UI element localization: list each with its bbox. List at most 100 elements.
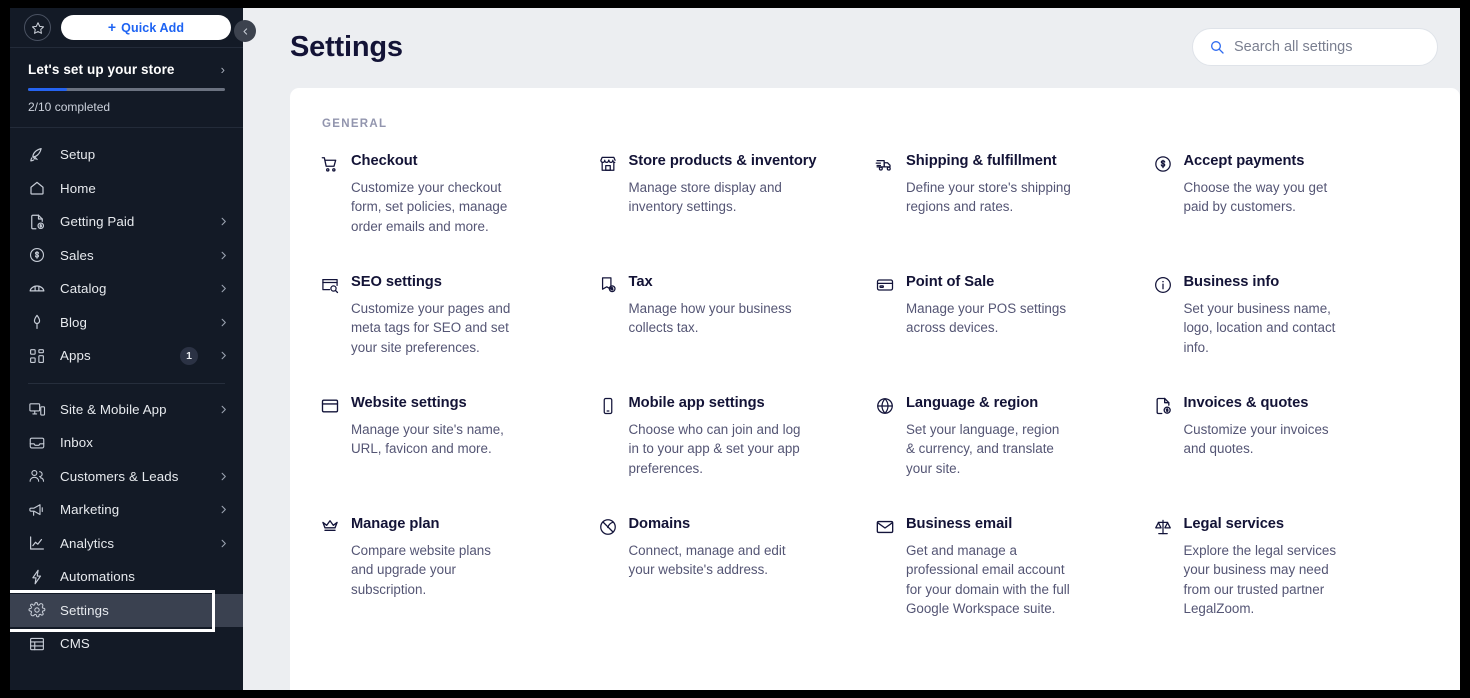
settings-card-description: Connect, manage and edit your website's … bbox=[628, 542, 786, 578]
sidebar-item-catalog[interactable]: Catalog bbox=[10, 272, 243, 306]
sidebar-item-label: Getting Paid bbox=[60, 214, 135, 230]
settings-card-title: Business info bbox=[1183, 274, 1280, 290]
setup-header-row[interactable]: Let's set up your store › bbox=[28, 62, 225, 77]
settings-card-mobile-app-settings[interactable]: Mobile app settings Choose who can join a… bbox=[598, 394, 876, 515]
settings-card-body: Mobile app settings Choose who can join a… bbox=[629, 394, 854, 515]
settings-card-description: Set your business name, logo, location a… bbox=[1183, 300, 1336, 355]
star-icon[interactable] bbox=[24, 14, 51, 41]
settings-card-body: Business email Get and manage a professio… bbox=[906, 515, 1131, 636]
chevron-right-icon bbox=[218, 471, 229, 482]
card-terminal-icon bbox=[875, 275, 895, 295]
chevron-right-icon bbox=[218, 216, 229, 227]
sidebar-nav: Setup Home Getting Paid Sales Catalog Blog App… bbox=[10, 128, 243, 661]
screenshot-frame: + Quick Add Let's set up your store › 2/… bbox=[0, 0, 1470, 698]
info-circle-icon bbox=[1153, 275, 1173, 295]
sidebar-item-settings[interactable]: Settings bbox=[10, 589, 243, 632]
sidebar-item-apps[interactable]: Apps 1 bbox=[10, 339, 243, 373]
browser-window-icon bbox=[320, 396, 340, 416]
sidebar-item-label: Blog bbox=[60, 314, 88, 330]
settings-card-domains[interactable]: Domains Connect, manage and edit your web… bbox=[598, 515, 876, 636]
settings-card-title: Legal services bbox=[1183, 516, 1285, 532]
search-settings-box[interactable] bbox=[1192, 28, 1438, 66]
sidebar-item-label: Catalog bbox=[60, 281, 107, 297]
settings-card-description: Manage your site's name, URL, favicon an… bbox=[351, 421, 504, 457]
sidebar-item-cms[interactable]: CMS bbox=[10, 627, 243, 661]
dollar-circle-icon bbox=[28, 246, 46, 264]
settings-card-body: Shipping & fulfillment Define your store'… bbox=[906, 152, 1131, 273]
sidebar-item-marketing[interactable]: Marketing bbox=[10, 493, 243, 527]
sidebar-item-label: Site & Mobile App bbox=[60, 401, 167, 417]
chevron-right-icon bbox=[218, 317, 229, 328]
envelope-icon bbox=[875, 517, 895, 537]
setup-title: Let's set up your store bbox=[28, 62, 175, 77]
settings-card-business-email[interactable]: Business email Get and manage a professio… bbox=[875, 515, 1153, 636]
setup-progress-fill bbox=[28, 88, 68, 91]
sidebar-item-home[interactable]: Home bbox=[10, 172, 243, 206]
settings-card: GENERAL Checkout Customize your checkout … bbox=[290, 88, 1460, 690]
tax-dollar-icon bbox=[598, 275, 618, 295]
settings-card-description: Get and manage a professional email acco… bbox=[906, 542, 1070, 617]
settings-card-body: Business info Set your business name, log… bbox=[1184, 273, 1409, 394]
settings-card-legal-services[interactable]: Legal services Explore the legal services… bbox=[1153, 515, 1431, 636]
sidebar-item-blog[interactable]: Blog bbox=[10, 306, 243, 340]
settings-card-body: Domains Connect, manage and edit your web… bbox=[629, 515, 854, 636]
setup-progress-bar bbox=[28, 88, 225, 91]
settings-card-business-info[interactable]: Business info Set your business name, log… bbox=[1153, 273, 1431, 394]
delivery-truck-icon bbox=[875, 154, 895, 174]
gear-icon bbox=[28, 601, 46, 619]
settings-card-body: SEO settings Customize your pages and met… bbox=[351, 273, 576, 394]
sidebar-divider bbox=[28, 382, 225, 384]
setup-progress-block[interactable]: Let's set up your store › 2/10 completed bbox=[10, 48, 243, 128]
settings-card-title: Shipping & fulfillment bbox=[906, 153, 1057, 169]
settings-card-description: Define your store's shipping regions and… bbox=[906, 179, 1071, 215]
sidebar-item-sales[interactable]: Sales bbox=[10, 239, 243, 273]
settings-card-title: SEO settings bbox=[351, 274, 442, 290]
sidebar-item-badge: 1 bbox=[180, 346, 198, 365]
sidebar-item-label: Inbox bbox=[60, 435, 94, 451]
megaphone-icon bbox=[28, 501, 46, 519]
settings-card-website-settings[interactable]: Website settings Manage your site's name,… bbox=[320, 394, 598, 515]
settings-card-language-region[interactable]: Language & region Set your language, regi… bbox=[875, 394, 1153, 515]
settings-card-description: Customize your invoices and quotes. bbox=[1183, 421, 1329, 457]
sidebar-item-customers-leads[interactable]: Customers & Leads bbox=[10, 460, 243, 494]
settings-card-seo-settings[interactable]: SEO settings Customize your pages and met… bbox=[320, 273, 598, 394]
main-content: Settings GENERAL Checkout Customize your … bbox=[243, 8, 1460, 690]
settings-card-body: Point of Sale Manage your POS settings ac… bbox=[906, 273, 1131, 394]
people-icon bbox=[28, 467, 46, 485]
sidebar-item-automations[interactable]: Automations bbox=[10, 560, 243, 594]
sidebar-item-analytics[interactable]: Analytics bbox=[10, 527, 243, 561]
settings-card-body: Checkout Customize your checkout form, se… bbox=[351, 152, 576, 273]
sidebar-collapse-button[interactable] bbox=[234, 20, 256, 42]
settings-card-title: Website settings bbox=[351, 395, 467, 411]
settings-card-point-of-sale[interactable]: Point of Sale Manage your POS settings ac… bbox=[875, 273, 1153, 394]
settings-card-shipping-fulfillment[interactable]: Shipping & fulfillment Define your store'… bbox=[875, 152, 1153, 273]
sidebar-item-label: Home bbox=[60, 180, 96, 196]
chart-line-icon bbox=[28, 534, 46, 552]
settings-card-title: Point of Sale bbox=[906, 274, 995, 290]
invoice-dollar-icon bbox=[28, 213, 46, 231]
settings-card-description: Customize your pages and meta tags for S… bbox=[351, 300, 511, 355]
settings-card-body: Website settings Manage your site's name,… bbox=[351, 394, 576, 515]
domain-globe-icon bbox=[598, 517, 618, 537]
settings-card-store-products-inventory[interactable]: Store products & inventory Manage store d… bbox=[598, 152, 876, 273]
monitor-mobile-icon bbox=[28, 400, 46, 418]
settings-card-manage-plan[interactable]: Manage plan Compare website plans and upg… bbox=[320, 515, 598, 636]
catalog-icon bbox=[28, 280, 46, 298]
sidebar-item-site-mobile-app[interactable]: Site & Mobile App bbox=[10, 393, 243, 427]
sidebar-item-label: Automations bbox=[60, 569, 136, 585]
page-header: Settings bbox=[243, 8, 1460, 66]
scales-justice-icon bbox=[1153, 517, 1173, 537]
settings-card-checkout[interactable]: Checkout Customize your checkout form, se… bbox=[320, 152, 598, 273]
sidebar-item-setup[interactable]: Setup bbox=[10, 138, 243, 172]
search-input[interactable] bbox=[1234, 39, 1421, 55]
quick-add-button[interactable]: + Quick Add bbox=[61, 15, 231, 40]
sidebar-item-inbox[interactable]: Inbox bbox=[10, 426, 243, 460]
quick-add-label: Quick Add bbox=[121, 20, 185, 35]
settings-card-description: Manage how your business collects tax. bbox=[628, 300, 792, 336]
settings-card-body: Language & region Set your language, regi… bbox=[906, 394, 1131, 515]
settings-card-accept-payments[interactable]: Accept payments Choose the way you get pa… bbox=[1153, 152, 1431, 273]
settings-card-invoices-quotes[interactable]: Invoices & quotes Customize your invoices… bbox=[1153, 394, 1431, 515]
globe-icon bbox=[875, 396, 895, 416]
settings-card-tax[interactable]: Tax Manage how your business collects tax… bbox=[598, 273, 876, 394]
sidebar-item-getting-paid[interactable]: Getting Paid bbox=[10, 205, 243, 239]
